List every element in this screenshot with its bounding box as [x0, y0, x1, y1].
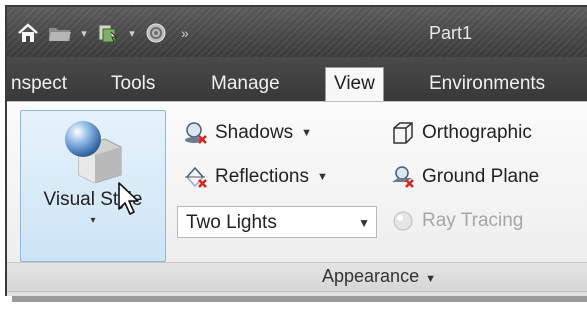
ray-tracing-label: Ray Tracing: [422, 210, 524, 231]
tab-tools[interactable]: Tools: [103, 69, 163, 101]
quick-access-toolbar: ▾ ▾ »: [15, 19, 189, 47]
document-title: Part1: [429, 23, 473, 43]
ray-tracing-button[interactable]: Ray Tracing: [390, 206, 523, 236]
tab-inspect[interactable]: nspect: [7, 69, 75, 101]
open-folder-icon[interactable]: [47, 20, 73, 46]
orthographic-cube-icon: [390, 120, 416, 146]
inventor-window: ▾ ▾ » Part1 nspect Tools Manage View Env…: [5, 5, 587, 296]
window-bottom-edge: [7, 291, 587, 296]
appearance-expand-arrow[interactable]: ▼: [425, 273, 436, 285]
orthographic-button[interactable]: Orthographic: [390, 118, 532, 148]
new-part-icon[interactable]: [95, 20, 121, 46]
tab-view[interactable]: View: [325, 67, 384, 102]
new-dropdown-caret[interactable]: ▾: [127, 27, 137, 40]
ray-tracing-icon: [390, 208, 416, 234]
reflections-dropdown-caret[interactable]: ▼: [317, 171, 328, 183]
title-bar: ▾ ▾ » Part1: [7, 7, 587, 57]
lighting-style-dropdown-arrow[interactable]: ▼: [358, 207, 370, 239]
appearance-group-title: Appearance: [322, 266, 420, 286]
shadows-label: Shadows: [215, 122, 294, 143]
reflections-icon: [183, 164, 209, 190]
visual-style-label: Visual Style: [43, 189, 143, 210]
orthographic-label: Orthographic: [422, 122, 532, 143]
appearance-group-footer[interactable]: Appearance ▼: [7, 262, 587, 291]
ribbon-tab-bar: nspect Tools Manage View Environments: [7, 57, 587, 102]
lighting-style-value: Two Lights: [186, 212, 277, 233]
open-dropdown-caret[interactable]: ▾: [79, 27, 89, 40]
ground-plane-button[interactable]: Ground Plane: [390, 162, 539, 192]
shadows-dropdown-caret[interactable]: ▼: [301, 127, 312, 139]
home-icon[interactable]: [15, 20, 41, 46]
ground-plane-icon: [390, 164, 416, 190]
visual-style-icon: [61, 117, 125, 188]
shadows-icon: [183, 120, 209, 146]
tab-environments[interactable]: Environments: [421, 69, 553, 101]
qat-overflow-icon[interactable]: »: [181, 25, 189, 41]
appearance-group-label[interactable]: Appearance ▼: [322, 266, 436, 287]
reflections-button[interactable]: Reflections ▼: [183, 162, 328, 192]
tab-manage[interactable]: Manage: [203, 69, 288, 101]
shadows-button[interactable]: Shadows ▼: [183, 118, 312, 148]
sphere-icon[interactable]: [143, 20, 169, 46]
appearance-panel: Visual Style ▾ Shadows ▼ Reflections ▼ T…: [7, 101, 587, 292]
lighting-style-select[interactable]: Two Lights ▼: [177, 206, 377, 238]
reflections-label: Reflections: [215, 166, 309, 187]
visual-style-button[interactable]: Visual Style ▾: [20, 110, 166, 262]
mouse-pointer-icon: [117, 181, 143, 222]
visual-style-dropdown-caret[interactable]: ▾: [21, 215, 165, 226]
ground-plane-label: Ground Plane: [422, 166, 540, 187]
